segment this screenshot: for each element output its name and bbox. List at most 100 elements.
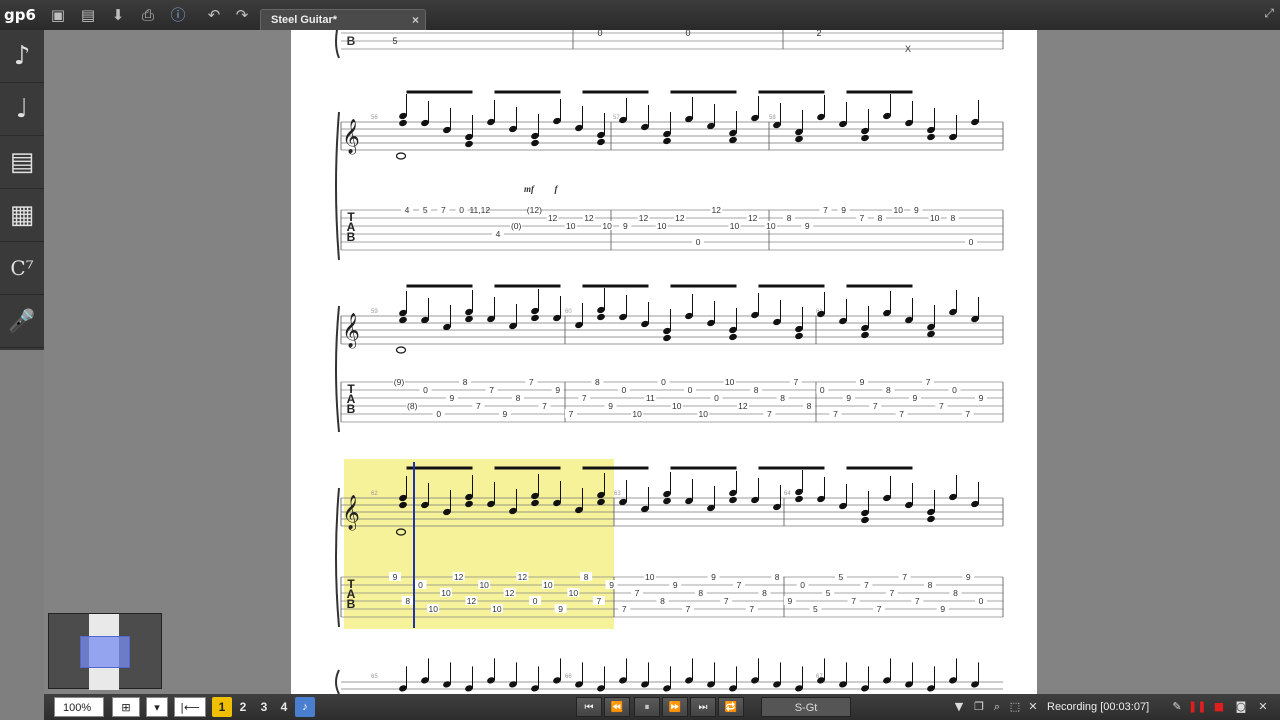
tab-fret: 7: [793, 377, 798, 387]
tab-fret: 11,12: [469, 205, 490, 215]
loop-button[interactable]: 🔁: [718, 697, 744, 717]
tab-fret: 0: [800, 580, 805, 590]
track-name[interactable]: S-Gt: [761, 697, 851, 717]
tab-fret: 7: [686, 604, 691, 614]
tab-fret: 7: [737, 580, 742, 590]
score-notation[interactable]: B5002XTAB𝄞565758TAB𝄞596061TAB𝄞626364mff4…: [291, 30, 1037, 694]
tab-steel-guitar[interactable]: Steel Guitar* ×: [260, 9, 426, 31]
tab-fret: 2: [816, 30, 821, 38]
region-icon[interactable]: ⬚: [1006, 697, 1024, 717]
measure-number: 63: [614, 491, 621, 497]
measure-number: 65: [371, 674, 378, 680]
window-icon[interactable]: ❐: [970, 697, 988, 717]
recording-status: Recording [00:03:07]: [1047, 701, 1150, 713]
eighth-note-icon[interactable]: ♪: [0, 30, 44, 83]
tab-fret: 5: [813, 604, 818, 614]
redo-icon[interactable]: ↷: [230, 3, 254, 27]
note-head: [729, 333, 737, 341]
tab-fret: 0: [688, 385, 693, 395]
new-file-icon[interactable]: ▣: [46, 3, 70, 27]
close-icon[interactable]: ×: [412, 10, 419, 31]
chord-diagram-icon[interactable]: C⁷: [0, 242, 44, 295]
tab-fret: 10: [543, 580, 553, 590]
undo-icon[interactable]: ↶: [202, 3, 226, 27]
score-view-dropdown[interactable]: ▾: [146, 697, 168, 717]
camera-icon[interactable]: ◙: [1232, 697, 1250, 717]
tab-fret: 0: [696, 237, 701, 247]
search-icon[interactable]: ⌕: [988, 697, 1006, 717]
tab-fret: 7: [489, 385, 494, 395]
voice-edit-icon[interactable]: ♪: [295, 697, 315, 717]
layout-select[interactable]: ⊞: [112, 697, 140, 717]
stop-record-icon[interactable]: ■: [1210, 697, 1228, 717]
tab-fret: 8: [950, 213, 955, 223]
voice-3-button[interactable]: 3: [254, 697, 274, 717]
pause-button[interactable]: ⏸: [634, 697, 660, 717]
first-bar-button[interactable]: ⏮: [576, 697, 602, 717]
multitrack-button[interactable]: |⟵: [174, 697, 206, 717]
close-recorder-icon[interactable]: ✕: [1254, 697, 1272, 717]
tab-fret: 7: [833, 409, 838, 419]
fast-forward-button[interactable]: ⏩: [662, 697, 688, 717]
note-head: [597, 138, 605, 146]
note-head: [597, 313, 605, 321]
note-head: [861, 134, 869, 142]
tab-fret: 12: [675, 213, 685, 223]
voice-2-button[interactable]: 2: [233, 697, 253, 717]
tab-fret: 0: [661, 377, 666, 387]
dropdown-arrow-icon[interactable]: ▼: [950, 697, 968, 717]
tab-fret: 0: [969, 237, 974, 247]
note-head: [663, 137, 671, 145]
tab-fret: 10: [893, 205, 903, 215]
tab-fret: 9: [979, 393, 984, 403]
save-icon[interactable]: ⬇: [106, 3, 130, 27]
tab-fret: 4: [496, 229, 501, 239]
tab-fret: 8: [405, 596, 410, 606]
last-bar-button[interactable]: ⏭: [690, 697, 716, 717]
tab-fret: 0: [714, 393, 719, 403]
note-head: [795, 332, 803, 340]
tab-fret: 10: [725, 377, 735, 387]
note-head: [531, 139, 539, 147]
pause-record-icon[interactable]: ❚❚: [1188, 697, 1206, 717]
tab-fret: 0: [436, 409, 441, 419]
tab-fret: 9: [914, 205, 919, 215]
tab-fret: 9: [940, 604, 945, 614]
keyboard-icon[interactable]: ▦: [0, 189, 44, 242]
pen-icon[interactable]: ✎: [1168, 697, 1186, 717]
tab-fret: (12): [527, 205, 542, 215]
tab-fret: 0: [952, 385, 957, 395]
amplifier-icon[interactable]: ▤: [0, 136, 44, 189]
tab-fret: 9: [841, 205, 846, 215]
treble-clef: 𝄞: [342, 313, 360, 349]
tab-fret: X: [905, 44, 911, 54]
open-file-icon[interactable]: ▤: [76, 3, 100, 27]
info-icon[interactable]: ⓘ: [166, 3, 190, 27]
half-note-head: [395, 152, 407, 160]
tab-fret: 10: [657, 221, 667, 231]
microphone-icon[interactable]: 🎤: [0, 295, 44, 348]
tab-fret: 7: [823, 205, 828, 215]
note-head: [729, 496, 737, 504]
tab-fret: 7: [569, 409, 574, 419]
rewind-button[interactable]: ⏪: [604, 697, 630, 717]
tab-fret: (8): [407, 401, 418, 411]
tab-fret: 8: [762, 588, 767, 598]
guitar-icon[interactable]: ♩: [0, 83, 44, 136]
voice-4-button[interactable]: 4: [274, 697, 294, 717]
print-icon[interactable]: ⎙: [136, 3, 160, 27]
tab-fret: 9: [673, 580, 678, 590]
tab-fret: 7: [926, 377, 931, 387]
page-navigator[interactable]: [48, 613, 162, 690]
voice-1-button[interactable]: 1: [212, 697, 232, 717]
tab-clef-letter: B: [347, 230, 356, 244]
tab-fret: 0: [597, 30, 602, 38]
navigator-viewport[interactable]: [80, 636, 130, 668]
score-page[interactable]: B5002XTAB𝄞565758TAB𝄞596061TAB𝄞626364mff4…: [291, 30, 1037, 694]
maximize-icon[interactable]: ⤢: [1264, 6, 1274, 21]
tab-fret: 7: [877, 604, 882, 614]
zoom-select[interactable]: 100%: [54, 697, 104, 717]
close-icon[interactable]: ✕: [1024, 697, 1042, 717]
tab-fret: 7: [635, 588, 640, 598]
left-toolbar: ♪ ♩ ▤ ▦ C⁷ 🎤: [0, 30, 44, 350]
